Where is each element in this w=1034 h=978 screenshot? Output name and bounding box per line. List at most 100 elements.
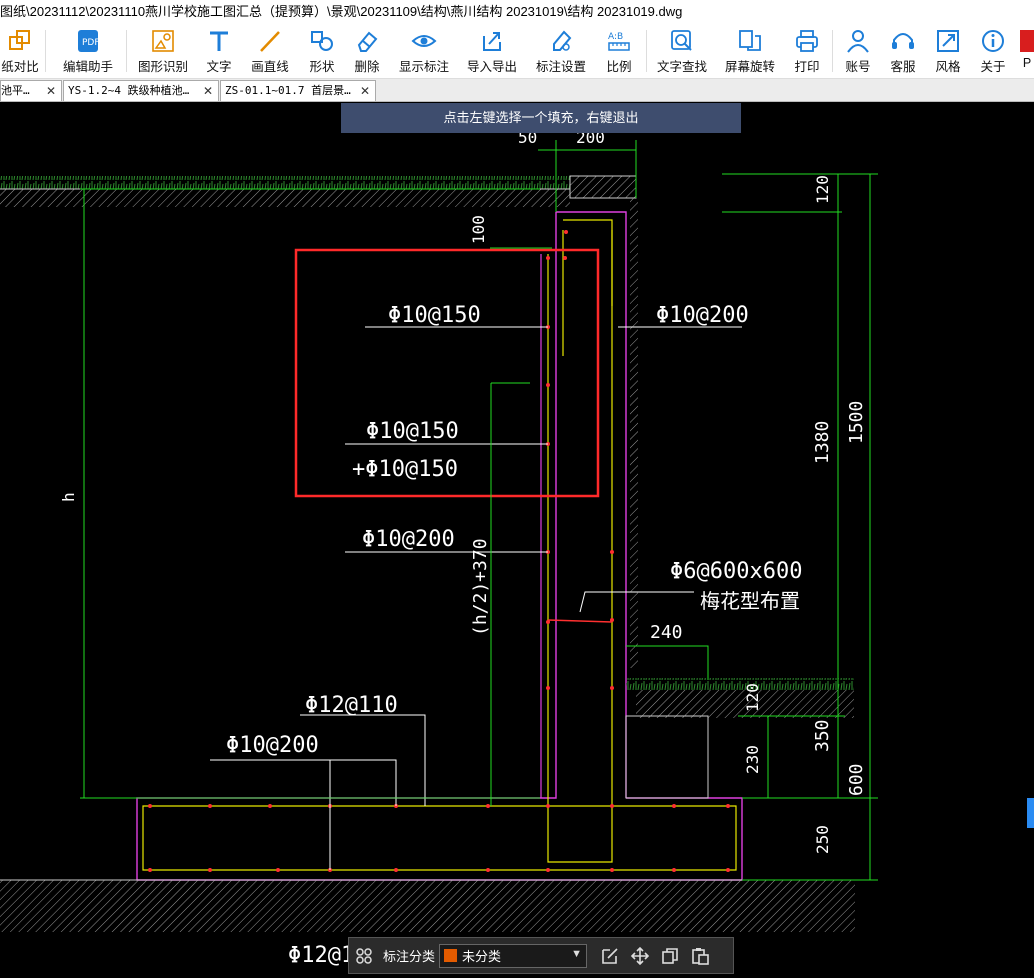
soil-hatch	[0, 189, 570, 207]
toolbar-text-search-button[interactable]: 文字查找	[654, 24, 710, 79]
side-panel-handle[interactable]	[1027, 798, 1034, 828]
toolbar-rotate-screen-button[interactable]: 屏幕旋转	[722, 24, 778, 79]
toolbar-item-label: 文字查找	[656, 60, 707, 74]
toolbar-show-annotations-button[interactable]: 显示标注	[396, 24, 452, 79]
toolbar-item-label: 纸对比	[1, 60, 39, 74]
rotate-screen-icon	[739, 30, 761, 51]
window-title: 图纸\20231112\20231110燕川学校施工图汇总（提预算）\景观\20…	[0, 0, 1034, 24]
rebar-label: +Φ10@150	[352, 457, 458, 482]
toolbar-delete-button[interactable]: 删除	[350, 24, 384, 79]
annotation-settings-icon	[553, 30, 572, 51]
toolbar-text-button[interactable]: 文字	[200, 24, 238, 79]
toolbar-divider	[45, 30, 46, 72]
dimension-label: 230	[743, 745, 762, 774]
dimension-label: 1500	[846, 401, 867, 444]
text-search-icon	[671, 30, 692, 51]
toolbar-divider	[832, 30, 833, 72]
toolbar-line-button[interactable]: 画直线	[248, 24, 292, 79]
scale-icon: A:B	[608, 32, 630, 51]
document-tab[interactable]: ZS-01.1~01.7 首层景… ✕	[220, 80, 376, 101]
cad-drawing[interactable]: Φ10@150 Φ10@200 Φ10@150 +Φ10@150 Φ10@200…	[0, 102, 1034, 978]
chevron-down-icon: ▼	[571, 947, 583, 960]
toolbar-item-label: 比例	[606, 60, 632, 74]
rebar-label: Φ10@200	[656, 303, 749, 328]
toolbar-style-button[interactable]: 风格	[931, 24, 965, 79]
footing-rebar	[142, 805, 737, 871]
dimension-label: 600	[846, 763, 867, 796]
toolbar-item-label: 图形识别	[137, 60, 188, 74]
toolbar-item-label: 打印	[794, 60, 820, 74]
headset-icon	[892, 33, 914, 49]
wall-rebar	[547, 219, 613, 863]
toolbar-import-export-button[interactable]: 导入导出	[464, 24, 520, 79]
dimension-label: 350	[812, 719, 833, 752]
toolbar-pdf-button[interactable]: P	[1020, 24, 1034, 79]
rebar-label: Φ10@200	[226, 733, 319, 758]
dimension-label: 250	[813, 825, 832, 854]
pdf-icon	[1020, 30, 1034, 52]
toolbar-item-label: 标注设置	[535, 60, 586, 74]
paste-icon[interactable]	[685, 941, 715, 971]
tie-bar	[547, 619, 613, 623]
toolbar-support-button[interactable]: 客服	[886, 24, 920, 79]
edit-icon[interactable]	[595, 941, 625, 971]
document-tab[interactable]: 池平… ✕	[0, 80, 62, 101]
toolbar-annotation-settings-button[interactable]: 标注设置	[533, 24, 589, 79]
toolbar-shape-button[interactable]: 形状	[305, 24, 339, 79]
close-icon[interactable]: ✕	[203, 81, 213, 101]
document-tab-bar: 池平… ✕ YS-1.2~4 跌级种植池… ✕ ZS-01.1~01.7 首层景…	[0, 79, 1034, 102]
toolbar-compare-button[interactable]: 纸对比	[0, 24, 40, 79]
user-icon	[847, 30, 869, 53]
wall-cap	[569, 175, 637, 199]
line-icon	[260, 31, 280, 52]
hint-banner: 点击左键选择一个填充，右键退出	[341, 103, 741, 133]
toolbar-item-label: 画直线	[251, 60, 289, 74]
toolbar-item-label: 屏幕旋转	[724, 60, 775, 74]
document-tab[interactable]: YS-1.2~4 跌级种植池… ✕	[63, 80, 219, 101]
drawing-canvas[interactable]: Φ10@150 Φ10@200 Φ10@150 +Φ10@150 Φ10@200…	[0, 102, 1034, 978]
toolbar-item-label: 风格	[935, 60, 961, 74]
toolbar-divider	[646, 30, 647, 72]
toolbar-shape-recognition-button[interactable]: 图形识别	[136, 24, 190, 79]
toolbar-scale-button[interactable]: A:B 比例	[600, 24, 638, 79]
planter-edge	[625, 715, 709, 799]
import-export-icon	[483, 32, 501, 51]
dimension-label: 240	[650, 622, 683, 643]
close-icon[interactable]: ✕	[360, 81, 370, 101]
tab-label: YS-1.2~4 跌级种植池…	[68, 84, 190, 97]
category-selected-value: 未分类	[462, 949, 502, 964]
toolbar-item-label: P	[1022, 56, 1032, 70]
dimension-label: (h/2)+370	[470, 538, 491, 636]
toolbar-item-label: 删除	[354, 60, 380, 74]
grass-hatch	[626, 678, 854, 690]
toolbar-about-button[interactable]: 关于	[976, 24, 1010, 79]
close-icon[interactable]: ✕	[46, 81, 56, 101]
toolbar-item-label: 账号	[845, 60, 871, 74]
toolbar-item-label: 导入导出	[466, 60, 517, 74]
grass-hatch	[0, 176, 570, 189]
eraser-icon	[357, 31, 378, 52]
eye-icon	[411, 35, 437, 47]
toolbar-item-label: 客服	[890, 60, 916, 74]
rebar-label: Φ6@600x600	[670, 559, 802, 584]
shape-recognition-icon	[152, 30, 174, 52]
move-icon[interactable]	[625, 941, 655, 971]
rebar-label: Φ10@200	[362, 527, 455, 552]
grid-icon[interactable]	[349, 941, 379, 971]
text-icon	[210, 31, 228, 51]
toolbar-divider	[126, 30, 127, 72]
shape-icon	[311, 31, 333, 51]
toolbar-print-button[interactable]: 打印	[790, 24, 824, 79]
dimension-label: 120	[813, 175, 832, 204]
dimension-label: h	[59, 492, 78, 502]
tab-label: 池平…	[1, 84, 30, 97]
svg-text:A:B: A:B	[608, 32, 623, 42]
toolbar-account-button[interactable]: 账号	[841, 24, 875, 79]
dimension-label: 1380	[812, 421, 833, 464]
annotation-category-select[interactable]: 未分类 ▼	[439, 943, 588, 968]
copy-icon[interactable]	[655, 941, 685, 971]
tab-label: ZS-01.1~01.7 首层景…	[225, 84, 351, 97]
soil-hatch	[0, 880, 855, 932]
toolbar-item-label: 文字	[206, 60, 232, 74]
toolbar-edit-assistant-button[interactable]: PDF 编辑助手	[58, 24, 118, 79]
